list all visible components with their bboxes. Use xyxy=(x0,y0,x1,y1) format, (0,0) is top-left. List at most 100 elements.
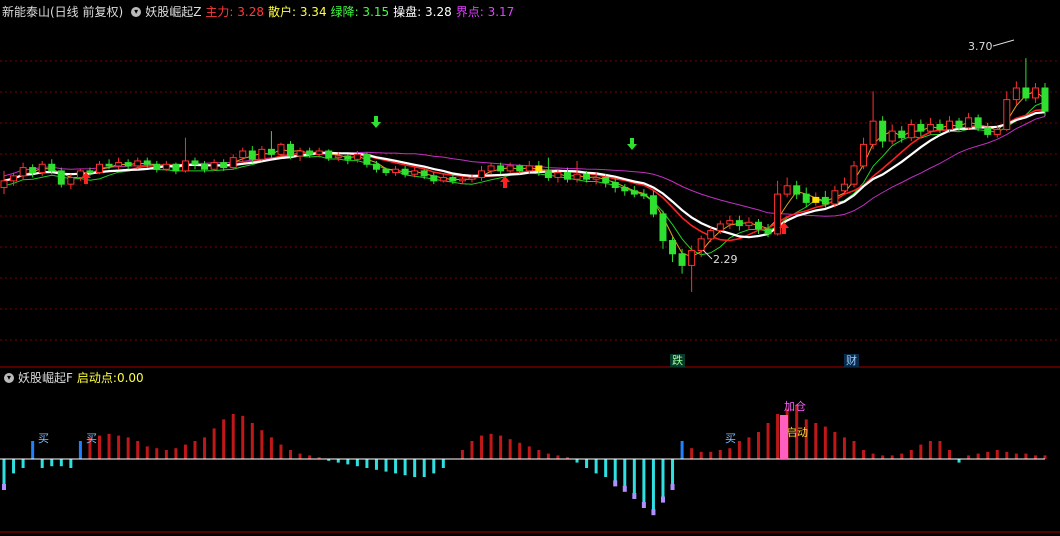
candle-body xyxy=(984,127,992,135)
osc-marker xyxy=(651,509,656,516)
candle-body xyxy=(888,130,896,142)
candle-body xyxy=(707,230,715,240)
settings-icon[interactable]: ▾ xyxy=(4,373,14,383)
candle-body xyxy=(248,150,256,160)
candle-body xyxy=(850,165,858,185)
candle-body xyxy=(105,163,113,167)
candle-body xyxy=(879,120,887,142)
sub-indicator-label: 启动点: xyxy=(76,371,117,385)
candle-body xyxy=(840,183,848,192)
candle-body xyxy=(29,167,37,174)
candle-body xyxy=(124,162,132,167)
indicator-name[interactable]: 妖股崛起Z xyxy=(145,3,201,21)
candle-body xyxy=(640,193,648,197)
buy-signal-label: 买 xyxy=(86,432,97,445)
candle-body xyxy=(583,173,591,180)
candle-body xyxy=(287,143,295,157)
osc-marker xyxy=(2,484,6,490)
candle-body xyxy=(0,180,8,188)
candle-body xyxy=(802,193,810,203)
candle-body xyxy=(401,168,409,175)
candle-body xyxy=(306,150,314,155)
candle-body xyxy=(735,220,743,227)
candle-body xyxy=(334,155,342,159)
candle-body xyxy=(630,190,638,195)
candle-body xyxy=(67,177,75,185)
candle-body xyxy=(392,168,400,174)
candle-body xyxy=(860,143,868,167)
candle-body xyxy=(325,150,333,159)
candle-body xyxy=(793,185,801,195)
sub-header: ▾ 妖股崛起F 启动点: 0.00 xyxy=(0,369,148,387)
candle-body xyxy=(353,153,361,160)
candle-body xyxy=(239,150,247,159)
candle-body xyxy=(134,160,142,167)
low-price-label: 2.29 xyxy=(713,253,738,266)
candle-body xyxy=(783,185,791,195)
candle-body xyxy=(821,196,829,205)
candle-body xyxy=(172,163,180,172)
candle-body xyxy=(458,178,466,182)
candle-body xyxy=(716,223,724,232)
candle-body xyxy=(573,173,581,180)
candle-body xyxy=(277,143,285,155)
candle-body xyxy=(621,186,629,192)
candle-body xyxy=(525,165,533,172)
candle-body xyxy=(936,123,944,130)
candle-body xyxy=(449,177,457,182)
candle-body xyxy=(544,170,552,179)
sell-arrow-icon xyxy=(627,138,637,150)
indicator-item: 散户: 3.34 xyxy=(268,5,327,19)
candle-body xyxy=(697,238,705,251)
buy-signal-label: 买 xyxy=(725,432,736,445)
candle-body xyxy=(57,170,65,185)
candle-body xyxy=(1022,87,1030,99)
candle-body xyxy=(955,120,963,129)
add-position-label: 加仓 xyxy=(784,399,806,413)
tag-die: 跌 xyxy=(670,354,685,367)
candle-body xyxy=(497,165,505,172)
candle-body xyxy=(478,170,486,179)
candle-body xyxy=(965,117,973,129)
indicator-values: 主力: 3.28 散户: 3.34 绿降: 3.15 操盘: 3.28 界点: 3.17 xyxy=(205,3,518,21)
candle-body xyxy=(372,163,380,170)
candle-body xyxy=(926,123,934,132)
candle-body xyxy=(420,170,428,177)
indicator-item: 操盘: 3.28 xyxy=(393,5,452,19)
candle-body xyxy=(506,165,514,172)
candle-body xyxy=(659,213,667,242)
osc-marker xyxy=(670,484,675,490)
indicator-item: 绿降: 3.15 xyxy=(330,5,390,19)
candle-body xyxy=(554,172,562,179)
candle-body xyxy=(1012,87,1020,101)
ma-line-green xyxy=(3,101,1046,256)
osc-marker xyxy=(632,493,637,499)
candle-body xyxy=(430,175,438,182)
candle-body xyxy=(201,163,209,170)
candle-body xyxy=(688,249,696,266)
sub-indicator-name[interactable]: 妖股崛起F xyxy=(18,369,73,387)
buy-signal-label: 买 xyxy=(38,432,49,445)
candle-body xyxy=(487,165,495,172)
candle-body xyxy=(649,195,657,215)
candle-body xyxy=(181,160,189,172)
candle-body xyxy=(993,128,1001,135)
candle-body xyxy=(611,182,619,188)
candle-body xyxy=(812,196,820,203)
osc-marker xyxy=(613,480,618,487)
candle-body xyxy=(945,120,953,130)
candle-body xyxy=(516,165,524,172)
candle-body xyxy=(363,153,371,165)
candle-body xyxy=(143,160,151,165)
candle-body xyxy=(754,221,762,230)
candle-body xyxy=(86,170,94,174)
candle-body xyxy=(764,228,772,235)
candle-body xyxy=(38,163,46,174)
settings-icon[interactable]: ▾ xyxy=(131,7,142,17)
candle-body xyxy=(382,168,390,174)
osc-marker xyxy=(622,485,627,492)
candle-body xyxy=(411,170,419,175)
candle-body xyxy=(48,163,56,172)
launch-label: 启动 xyxy=(786,426,808,439)
candle-body xyxy=(344,155,352,160)
